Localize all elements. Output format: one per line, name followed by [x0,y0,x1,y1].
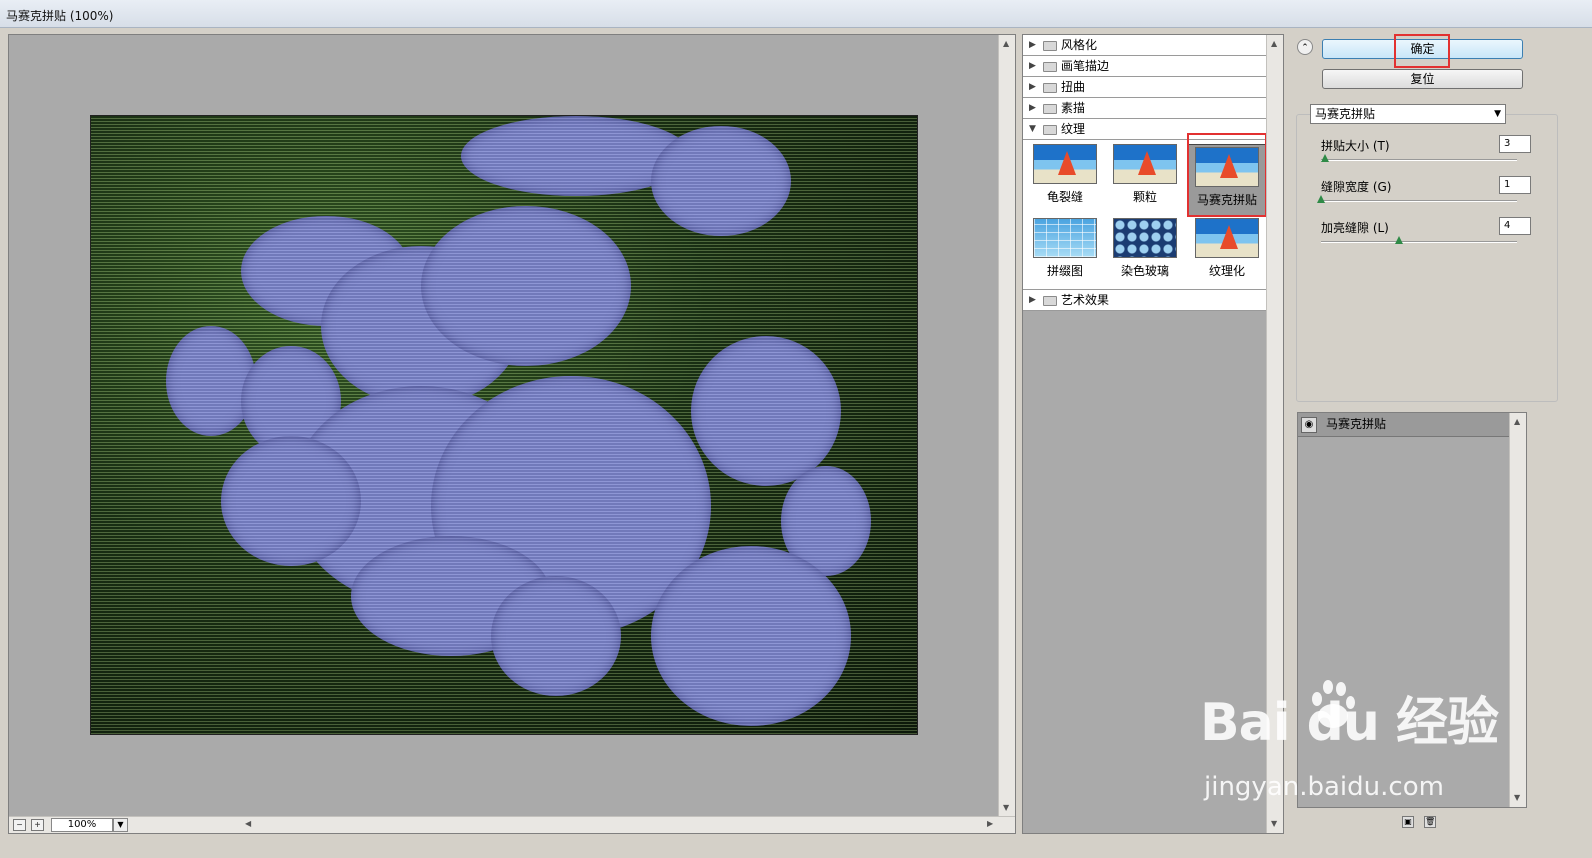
zoom-dropdown-icon[interactable]: ▼ [113,818,128,832]
gallery-scrollbar[interactable]: ▲ ▼ [1266,35,1283,833]
filter-select-dropdown[interactable]: 马赛克拼贴 ▼ [1310,104,1506,124]
folder-icon [1043,41,1057,51]
expand-arrow-icon[interactable]: ▶ [1029,290,1036,310]
filter-gallery: ▶ 风格化 ▶ 画笔描边 ▶ 扭曲 ▶ 素描 ▼ 纹理 龟裂缝 颗粒 马赛克拼贴… [1022,34,1284,834]
reset-button[interactable]: 复位 [1322,69,1523,89]
category-label: 素描 [1061,101,1086,115]
new-effect-layer-icon[interactable]: ▣ [1402,816,1414,828]
param-lighten-grout: 加亮缝隙 (L) 4 [1321,217,1531,259]
effect-layer-row[interactable]: ◉ 马赛克拼贴 [1298,413,1510,437]
category-brush-strokes[interactable]: ▶ 画笔描边 [1023,56,1267,77]
filter-patchwork[interactable]: 拼缀图 [1025,218,1105,286]
layers-scrollbar[interactable]: ▲ ▼ [1509,413,1526,807]
category-texture[interactable]: ▼ 纹理 [1023,119,1267,140]
category-label: 扭曲 [1061,80,1086,94]
preview-panel: ▲ ▼ − + 100% ▼ ◀ ▶ [8,34,1016,834]
filter-label: 马赛克拼贴 [1196,193,1257,207]
slider-handle[interactable] [1317,195,1325,203]
zoom-out-button[interactable]: − [13,819,26,831]
tile-size-slider[interactable] [1321,159,1517,161]
slider-handle[interactable] [1321,154,1329,162]
effect-layers-panel: ◉ 马赛克拼贴 ▲ ▼ [1297,412,1527,808]
chevron-down-icon: ▼ [1494,109,1501,119]
zoom-in-button[interactable]: + [31,819,44,831]
expand-arrow-icon[interactable]: ▶ [1029,35,1036,55]
filter-label: 龟裂缝 [1046,190,1083,204]
grout-width-input[interactable]: 1 [1499,176,1531,194]
eye-visibility-icon[interactable]: ◉ [1301,417,1317,433]
filter-thumbnail [1113,144,1177,184]
expand-arrow-icon[interactable]: ▶ [1029,56,1036,76]
folder-icon [1043,104,1057,114]
scroll-down-icon[interactable]: ▼ [1003,803,1009,812]
filter-thumbnail [1113,218,1177,258]
delete-layer-icon[interactable]: 🗑 [1424,816,1436,828]
window-title-bar: 马赛克拼贴 (100%) [0,0,1592,28]
scroll-up-icon[interactable]: ▲ [1514,417,1520,426]
scroll-left-icon[interactable]: ◀ [245,819,251,828]
scroll-up-icon[interactable]: ▲ [1271,39,1277,48]
ok-button[interactable]: 确定 [1322,39,1523,59]
grout-width-slider[interactable] [1321,200,1517,202]
param-label: 拼贴大小 (T) [1321,139,1390,153]
window-title: 马赛克拼贴 (100%) [6,9,114,23]
filter-label: 拼缀图 [1046,264,1083,278]
filter-category-list: ▶ 风格化 ▶ 画笔描边 ▶ 扭曲 ▶ 素描 ▼ 纹理 龟裂缝 颗粒 马赛克拼贴… [1023,35,1267,311]
collapse-arrow-icon[interactable]: ▼ [1029,119,1036,139]
filter-thumbnail [1033,218,1097,258]
expand-arrow-icon[interactable]: ▶ [1029,98,1036,118]
scroll-up-icon[interactable]: ▲ [1003,39,1009,48]
param-label: 缝隙宽度 (G) [1321,180,1392,194]
zoom-level-field[interactable]: 100% [51,818,113,832]
category-label: 艺术效果 [1061,293,1110,307]
category-distort[interactable]: ▶ 扭曲 [1023,77,1267,98]
filter-label: 染色玻璃 [1120,264,1169,278]
category-label: 画笔描边 [1061,59,1110,73]
filter-stained-glass[interactable]: 染色玻璃 [1105,218,1185,286]
filter-parameters: 拼贴大小 (T) 3 缝隙宽度 (G) 1 加亮缝隙 (L) 4 [1296,114,1558,402]
filter-thumbnail [1195,218,1259,258]
param-label: 加亮缝隙 (L) [1321,221,1389,235]
preview-zoom-bar: − + 100% ▼ ◀ ▶ [9,816,1015,833]
expand-arrow-icon[interactable]: ▶ [1029,77,1036,97]
param-tile-size: 拼贴大小 (T) 3 [1321,135,1531,177]
filter-select-value: 马赛克拼贴 [1315,107,1376,121]
filter-thumbnail [1195,147,1259,187]
category-sketch[interactable]: ▶ 素描 [1023,98,1267,119]
scroll-down-icon[interactable]: ▼ [1271,819,1277,828]
slider-handle[interactable] [1395,236,1403,244]
folder-icon [1043,83,1057,93]
category-stylize[interactable]: ▶ 风格化 [1023,35,1267,56]
param-grout-width: 缝隙宽度 (G) 1 [1317,176,1531,218]
filter-texturizer[interactable]: 纹理化 [1187,218,1267,286]
folder-icon [1043,62,1057,72]
effect-layer-label: 马赛克拼贴 [1326,417,1387,431]
scroll-down-icon[interactable]: ▼ [1514,793,1520,802]
preview-image[interactable] [90,115,918,735]
lighten-grout-input[interactable]: 4 [1499,217,1531,235]
category-artistic[interactable]: ▶ 艺术效果 [1023,290,1267,311]
folder-open-icon [1043,125,1057,135]
texture-filter-thumbnails: 龟裂缝 颗粒 马赛克拼贴 拼缀图 染色玻璃 纹理化 [1023,140,1267,290]
collapse-gallery-icon[interactable]: ⌃ [1297,39,1313,55]
filter-label: 纹理化 [1208,264,1245,278]
scroll-right-icon[interactable]: ▶ [987,819,993,828]
filter-craquelure[interactable]: 龟裂缝 [1025,144,1105,214]
lighten-grout-slider[interactable] [1321,241,1517,243]
filter-grain[interactable]: 颗粒 [1105,144,1185,214]
settings-panel: ⌃ 确定 复位 拼贴大小 (T) 3 缝隙宽度 (G) 1 加亮缝隙 (L) 4… [1292,34,1592,834]
texture-overlay [91,116,917,734]
folder-icon [1043,296,1057,306]
filter-thumbnail [1033,144,1097,184]
filter-label: 颗粒 [1132,190,1157,204]
category-label: 纹理 [1061,122,1086,136]
tile-size-input[interactable]: 3 [1499,135,1531,153]
filter-mosaic-tiles[interactable]: 马赛克拼贴 [1187,144,1267,216]
category-label: 风格化 [1061,38,1098,52]
preview-vertical-scrollbar[interactable]: ▲ ▼ [998,35,1015,817]
